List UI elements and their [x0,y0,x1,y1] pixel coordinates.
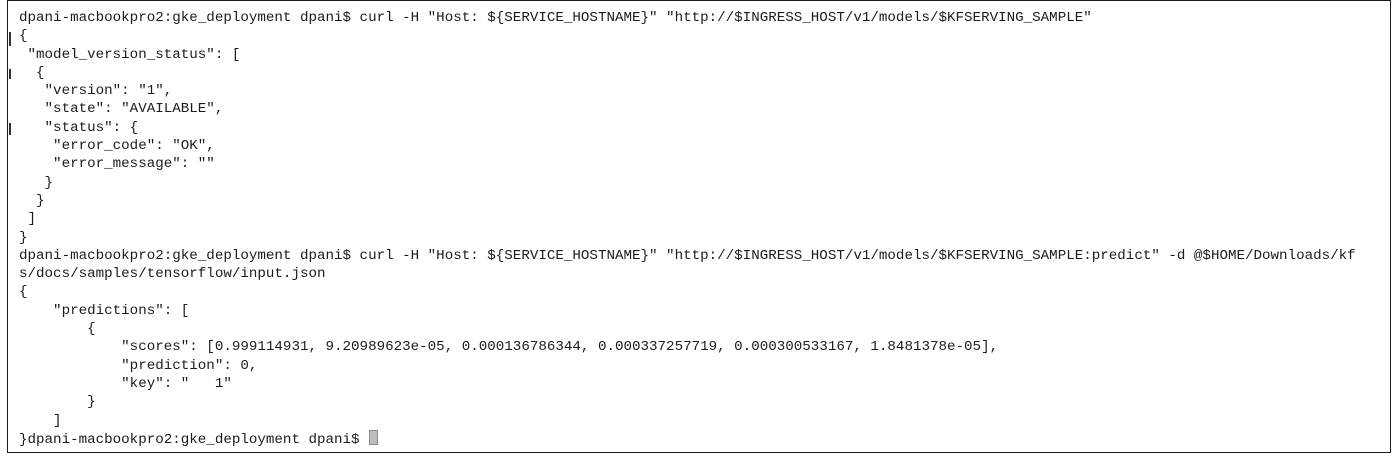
command-line-1: dpani-macbookpro2:gke_deployment dpani$ … [19,10,1092,26]
terminal-output[interactable]: dpani-macbookpro2:gke_deployment dpani$ … [19,9,1356,448]
output-line: "status": { [19,119,139,136]
command-line-2: dpani-macbookpro2:gke_deployment dpani$ … [19,247,1356,264]
output-line: { [19,321,96,338]
output-line: ] [19,211,37,228]
gutter-mark [9,32,11,46]
output-line: } [19,192,45,209]
gutter-mark [9,69,11,79]
output-line: { [19,64,45,81]
output-line: { [19,28,28,45]
output-line: "key": " 1" [19,375,232,392]
output-line: "scores": [0.999114931, 9.20989623e-05, … [19,339,999,356]
cursor [369,429,379,445]
prompt-text: }dpani-macbookpro2:gke_deployment dpani$ [19,431,369,448]
output-line: "prediction": 0, [19,357,258,374]
terminal-window[interactable]: dpani-macbookpro2:gke_deployment dpani$ … [7,0,1391,453]
output-line: } [19,229,28,246]
output-line: "error_code": "OK", [19,138,215,155]
output-line: ] [19,412,62,429]
gutter-mark [9,123,11,135]
output-line: { [19,284,28,301]
output-line: "predictions": [ [19,302,190,319]
output-line: "error_message": "" [19,156,215,173]
output-line: "model_version_status": [ [19,46,241,63]
output-line: } [19,394,96,411]
output-line: } [19,174,54,191]
output-line: "state": "AVAILABLE", [19,101,224,118]
prompt-line[interactable]: }dpani-macbookpro2:gke_deployment dpani$ [19,429,1356,448]
output-line: "version": "1", [19,83,173,100]
command-line-2-wrap: s/docs/samples/tensorflow/input.json [19,266,326,283]
